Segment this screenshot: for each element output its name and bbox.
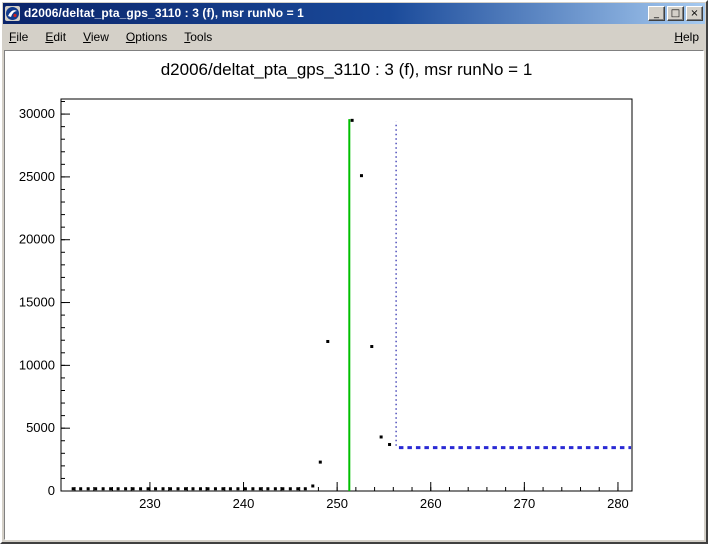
y-tick-label: 20000	[19, 232, 55, 247]
plot-title: d2006/deltat_pta_gps_3110 : 3 (f), msr r…	[161, 60, 533, 79]
x-tick-label: 280	[607, 496, 629, 511]
data-point	[259, 487, 262, 490]
titlebar[interactable]: d2006/deltat_pta_gps_3110 : 3 (f), msr r…	[3, 3, 705, 24]
data-point	[124, 487, 127, 490]
data-point	[311, 484, 314, 487]
data-point	[281, 487, 284, 490]
data-point	[94, 487, 97, 490]
minimize-button[interactable]: _	[648, 6, 665, 21]
data-point	[229, 487, 232, 490]
window-controls: _ □ ×	[648, 6, 703, 21]
data-point	[206, 487, 209, 490]
menu-file-label: ile	[16, 30, 28, 44]
x-tick-label: 250	[326, 496, 348, 511]
menu-edit[interactable]: Edit	[45, 30, 66, 44]
data-point	[109, 487, 112, 490]
y-tick-label: 25000	[19, 169, 55, 184]
x-tick-label: 270	[514, 496, 536, 511]
y-tick-label: 5000	[26, 420, 55, 435]
data-point	[296, 487, 299, 490]
data-point	[274, 487, 277, 490]
menu-options[interactable]: Options	[126, 30, 167, 44]
data-point	[102, 487, 105, 490]
x-tick-label: 230	[139, 496, 161, 511]
menubar: File Edit View Options Tools Help	[2, 25, 706, 48]
menu-view-label: iew	[91, 30, 109, 44]
data-point	[266, 487, 269, 490]
plot-frame	[61, 99, 632, 491]
x-tick-label: 240	[233, 496, 255, 511]
menu-help-label: elp	[683, 30, 699, 44]
data-point	[191, 487, 194, 490]
menu-view[interactable]: View	[83, 30, 109, 44]
root-canvas-window: d2006/deltat_pta_gps_3110 : 3 (f), msr r…	[0, 0, 708, 544]
data-point	[162, 487, 165, 490]
data-point	[132, 487, 135, 490]
data-point	[221, 487, 224, 490]
histogram-plot[interactable]: d2006/deltat_pta_gps_3110 : 3 (f), msr r…	[5, 51, 703, 540]
menu-help-accel: H	[674, 30, 683, 44]
data-point	[72, 487, 75, 490]
maximize-button[interactable]: □	[667, 6, 684, 21]
x-tick-label: 260	[420, 496, 442, 511]
data-point	[326, 340, 329, 343]
data-point	[79, 487, 82, 490]
data-point	[139, 487, 142, 490]
data-point	[87, 487, 90, 490]
data-point	[388, 443, 391, 446]
menu-file[interactable]: File	[9, 30, 28, 44]
data-point	[251, 487, 254, 490]
root-logo-icon	[5, 6, 20, 21]
data-point	[117, 487, 120, 490]
menu-help[interactable]: Help	[674, 30, 699, 44]
y-tick-label: 10000	[19, 357, 55, 372]
data-point	[169, 487, 172, 490]
menu-tools[interactable]: Tools	[184, 30, 212, 44]
data-point	[360, 174, 363, 177]
data-point	[319, 461, 322, 464]
data-point	[184, 487, 187, 490]
menu-view-accel: V	[83, 30, 91, 44]
menu-options-label: ptions	[135, 30, 167, 44]
y-tick-label: 30000	[19, 106, 55, 121]
data-point	[380, 435, 383, 438]
data-point	[154, 487, 157, 490]
close-button[interactable]: ×	[686, 6, 703, 21]
data-point	[177, 487, 180, 490]
data-point	[147, 487, 150, 490]
y-tick-label: 15000	[19, 295, 55, 310]
menu-options-accel: O	[126, 30, 135, 44]
data-point	[244, 487, 247, 490]
data-point	[199, 487, 202, 490]
data-point	[351, 119, 354, 122]
data-point	[370, 345, 373, 348]
menu-edit-label: dit	[53, 30, 66, 44]
data-point	[304, 487, 307, 490]
data-point	[236, 487, 239, 490]
data-point	[214, 487, 217, 490]
y-tick-label: 0	[48, 483, 55, 498]
window-title: d2006/deltat_pta_gps_3110 : 3 (f), msr r…	[24, 3, 644, 24]
canvas-area[interactable]: d2006/deltat_pta_gps_3110 : 3 (f), msr r…	[4, 50, 704, 540]
menu-tools-label: ools	[190, 30, 212, 44]
data-point	[289, 487, 292, 490]
